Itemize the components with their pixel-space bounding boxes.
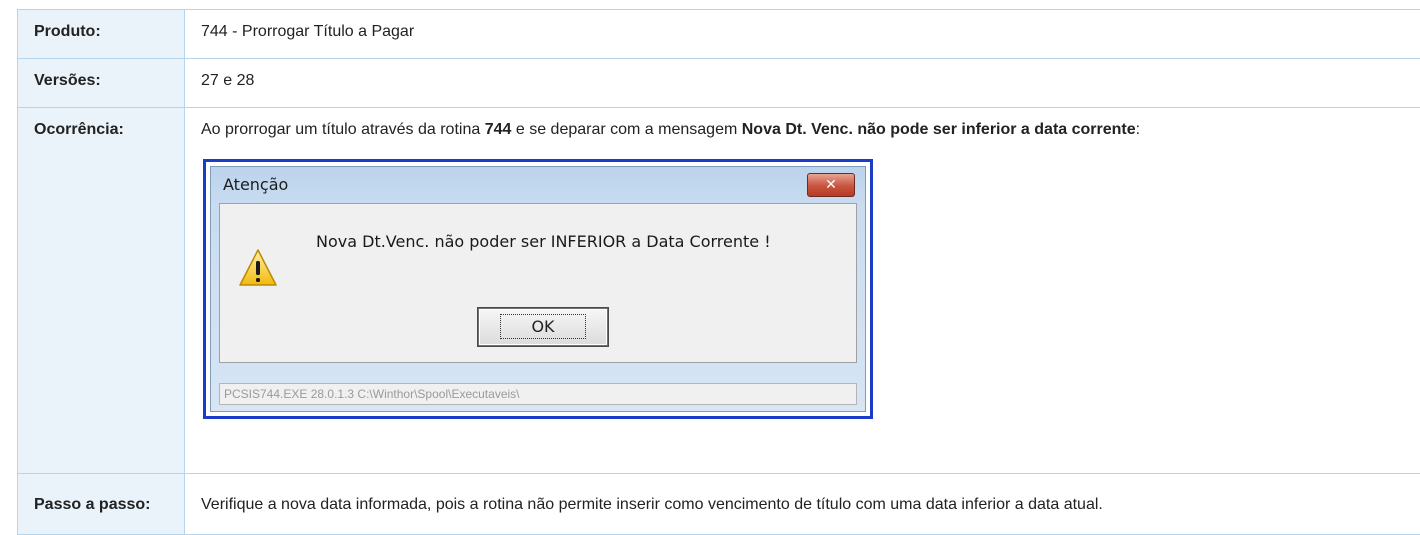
row-label: Produto:	[18, 10, 185, 59]
row-value: Ao prorrogar um título através da rotina…	[185, 108, 1420, 474]
row-label: Passo a passo:	[18, 474, 185, 535]
row-label: Ocorrência:	[18, 108, 185, 474]
ok-button[interactable]: OK	[478, 308, 608, 346]
row-value: 27 e 28	[185, 59, 1420, 108]
row-value: 744 - Prorrogar Título a Pagar	[185, 10, 1420, 59]
knowledge-table: Produto: 744 - Prorrogar Título a Pagar …	[17, 9, 1420, 535]
table-row: Versões: 27 e 28	[18, 59, 1420, 108]
close-button[interactable]: ✕	[807, 173, 855, 197]
table-row: Ocorrência: Ao prorrogar um título atrav…	[18, 108, 1420, 474]
row-value: Verifique a nova data informada, pois a …	[185, 474, 1420, 535]
table-row: Produto: 744 - Prorrogar Título a Pagar	[18, 10, 1420, 59]
dialog-message: Nova Dt.Venc. não poder ser INFERIOR a D…	[316, 232, 771, 251]
dialog-body: Nova Dt.Venc. não poder ser INFERIOR a D…	[219, 203, 857, 363]
dialog-screenshot: Atenção ✕	[203, 159, 873, 419]
close-icon: ✕	[825, 177, 837, 193]
dialog-status-bar: PCSIS744.EXE 28.0.1.3 C:\Winthor\Spool\E…	[219, 383, 857, 405]
dialog-title: Atenção	[223, 175, 288, 194]
row-label: Versões:	[18, 59, 185, 108]
dialog-titlebar: Atenção ✕	[211, 167, 865, 203]
table-row: Passo a passo: Verifique a nova data inf…	[18, 474, 1420, 535]
occurrence-text: Ao prorrogar um título através da rotina…	[201, 108, 1420, 139]
warning-icon	[238, 248, 278, 288]
